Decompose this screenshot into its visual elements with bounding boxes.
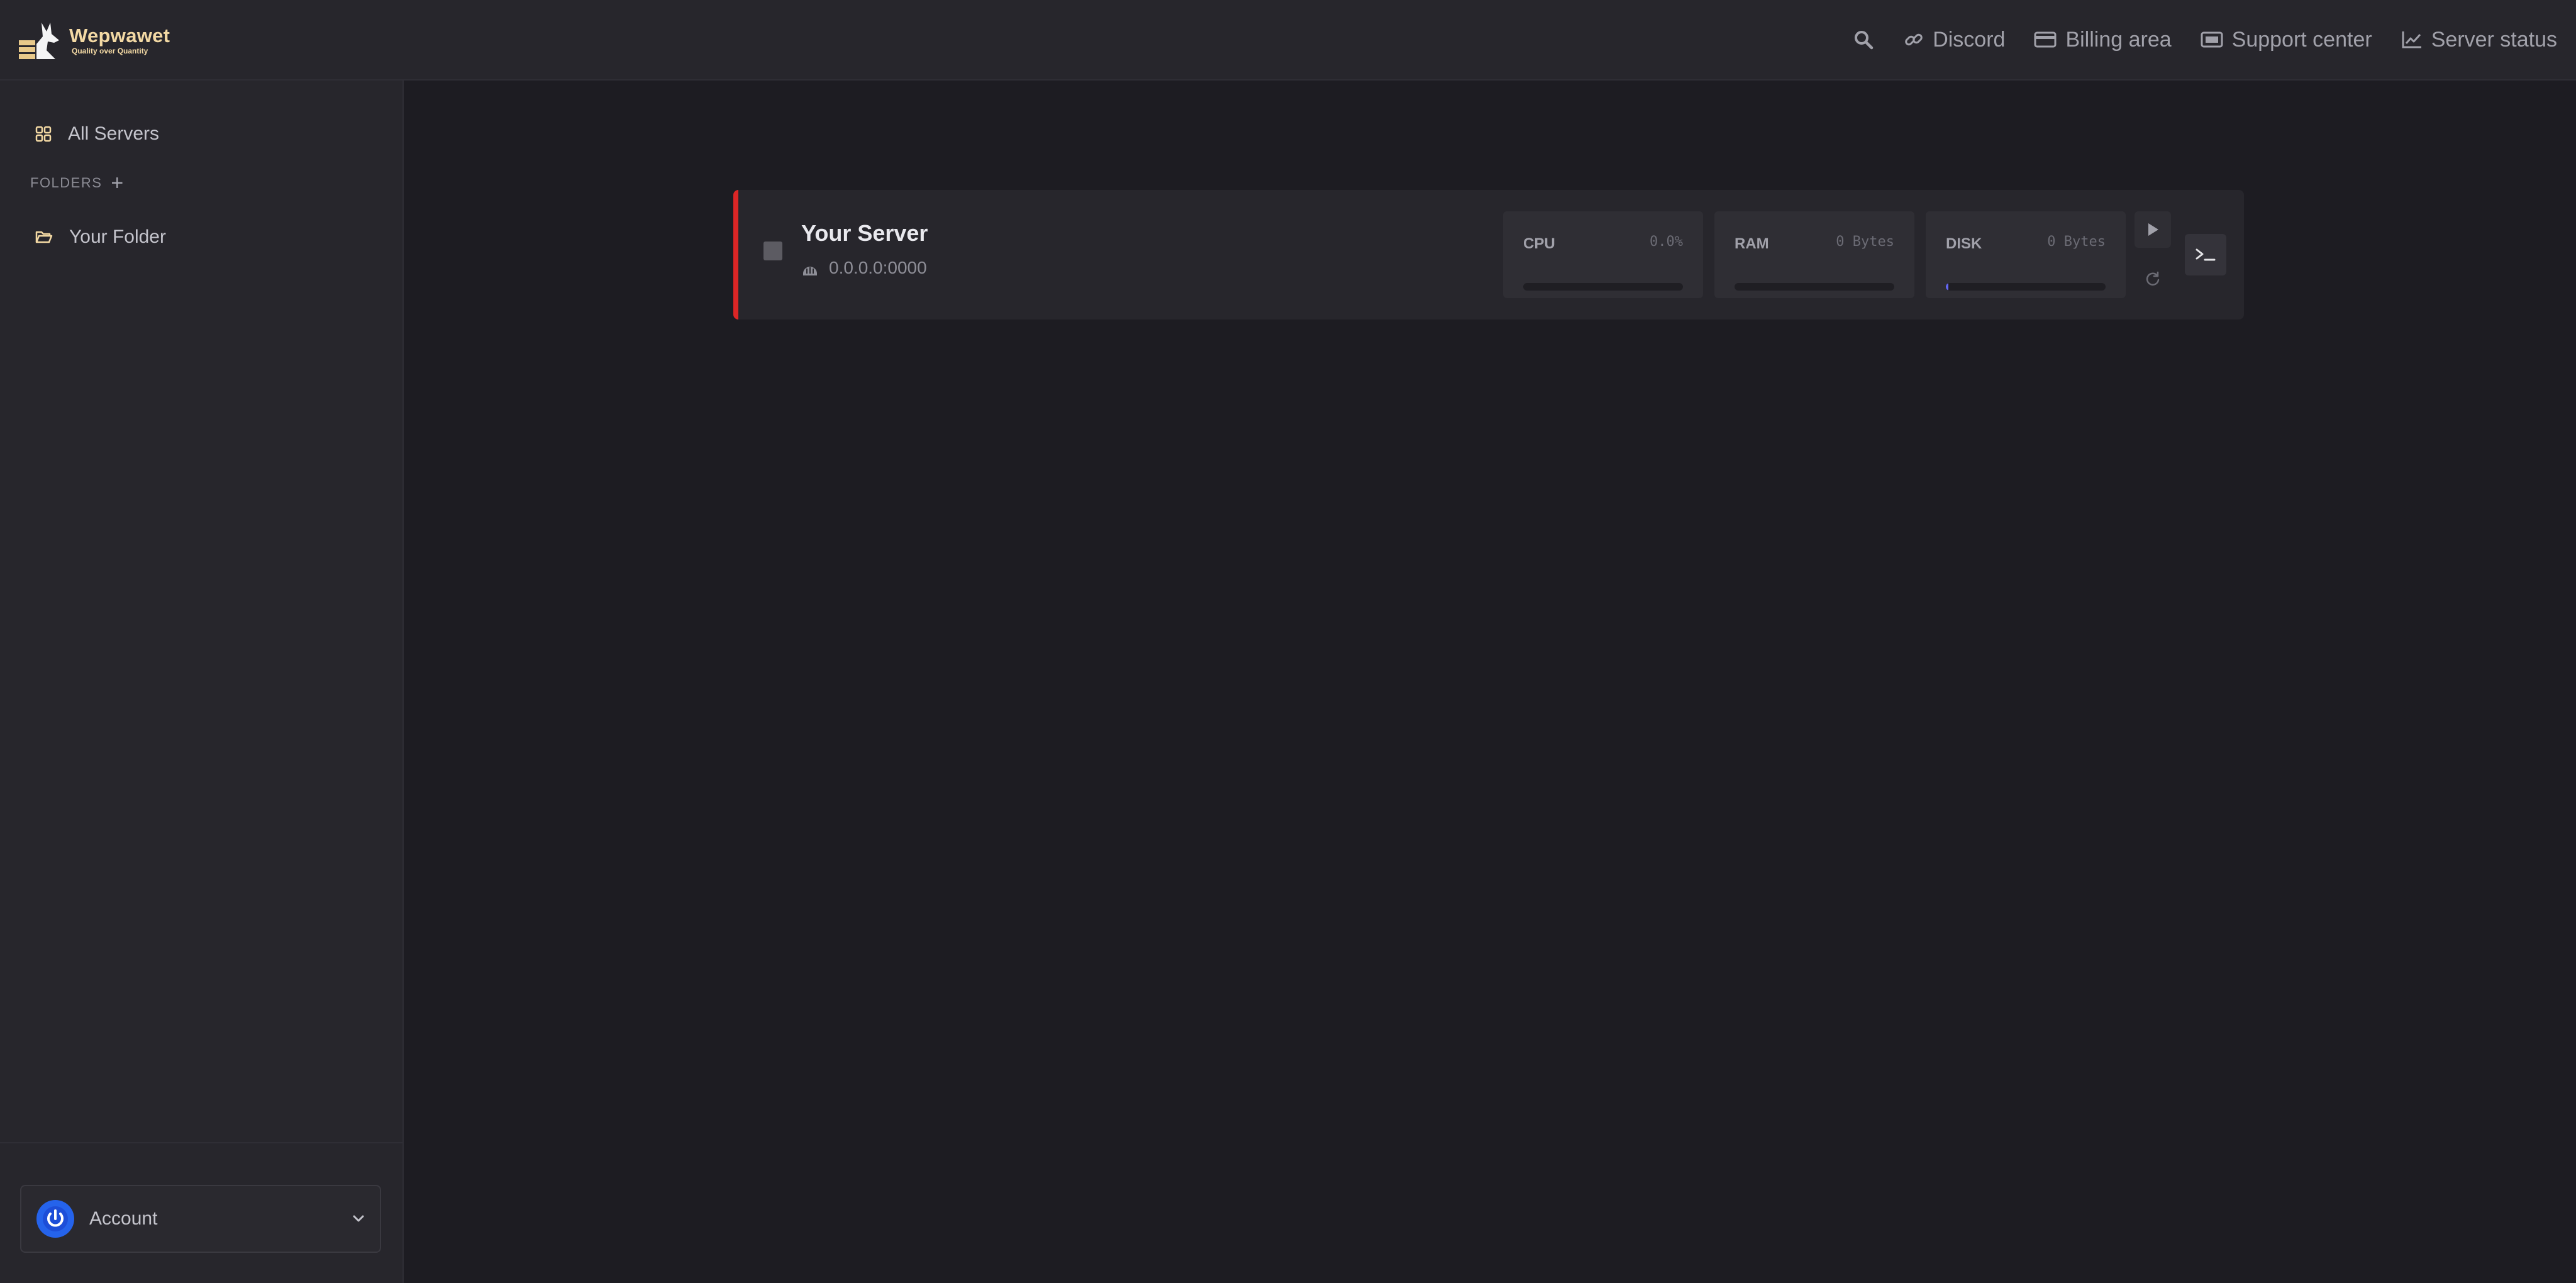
disk-value: 0 Bytes (2047, 234, 2106, 250)
cpu-stat: CPU 0.0% (1503, 211, 1703, 298)
ram-value: 0 Bytes (1836, 234, 1894, 250)
nav-status-link[interactable]: Server status (2401, 28, 2557, 52)
nav-billing-label: Billing area (2065, 27, 2172, 52)
sidebar-item-label: Your Folder (69, 226, 166, 247)
brand-logo[interactable]: Wepwawet Quality over Quantity (18, 19, 170, 62)
server-address-text: 0.0.0.0:0000 (829, 258, 927, 277)
sidebar-divider (0, 1142, 402, 1143)
ram-stat: RAM 0 Bytes (1714, 211, 1914, 298)
jackal-logo-icon (19, 23, 59, 59)
nav-status-label: Server status (2431, 27, 2557, 52)
chevron-down-icon (353, 1215, 364, 1222)
grid-icon (35, 126, 52, 142)
server-status-indicator (763, 242, 782, 260)
disk-label: DISK (1946, 235, 1982, 252)
ticket-icon (2201, 31, 2223, 48)
sidebar: All Servers FOLDERS + Your Folder Accoun… (0, 81, 404, 1283)
play-icon (2148, 223, 2158, 236)
disk-usage-fill (1946, 283, 1948, 291)
terminal-icon (2196, 248, 2216, 261)
search-icon (1855, 31, 1874, 50)
network-wired-icon (803, 267, 817, 275)
sidebar-item-your-folder[interactable]: Your Folder (35, 226, 166, 248)
start-server-button[interactable] (2135, 211, 2171, 248)
restart-server-button[interactable] (2135, 260, 2171, 297)
restart-icon (2146, 271, 2160, 286)
account-menu-button[interactable]: Account (20, 1185, 381, 1253)
credit-card-icon (2034, 31, 2057, 48)
cpu-label: CPU (1523, 235, 1555, 252)
avatar (36, 1200, 74, 1238)
disk-stat: DISK 0 Bytes (1926, 211, 2126, 298)
server-card[interactable]: Your Server 0.0.0.0:0000 CPU 0.0% RAM 0 … (733, 190, 2244, 319)
folders-label: FOLDERS (30, 175, 103, 191)
cpu-value: 0.0% (1650, 234, 1683, 250)
ram-usage-bar (1735, 283, 1894, 291)
power-icon (43, 1206, 68, 1231)
chart-line-icon (2402, 31, 2421, 48)
ram-label: RAM (1735, 235, 1769, 252)
nav-billing-link[interactable]: Billing area (2034, 27, 2172, 52)
add-folder-button[interactable]: + (111, 172, 124, 194)
nav-discord-link[interactable]: Discord (1904, 28, 2005, 52)
brand-tagline: Quality over Quantity (72, 47, 148, 55)
server-name: Your Server (801, 220, 928, 246)
link-icon (1905, 33, 1923, 46)
disk-usage-bar (1946, 283, 2106, 291)
brand-name: Wepwawet (69, 25, 170, 47)
cpu-usage-bar (1523, 283, 1683, 291)
sidebar-item-all-servers[interactable]: All Servers (35, 123, 159, 145)
folder-open-icon (35, 231, 53, 243)
top-navigation: Discord Billing area Support center Serv… (1853, 0, 2576, 79)
nav-support-link[interactable]: Support center (2201, 28, 2372, 52)
top-bar: Wepwawet Quality over Quantity Discord B… (0, 0, 2576, 81)
server-address: 0.0.0.0:0000 (801, 258, 927, 278)
nav-discord-label: Discord (1933, 27, 2006, 52)
search-button[interactable] (1853, 30, 1874, 50)
sidebar-item-label: All Servers (68, 123, 160, 144)
open-console-button[interactable] (2185, 234, 2226, 275)
nav-support-label: Support center (2231, 27, 2372, 52)
folders-header: FOLDERS + (30, 172, 125, 194)
account-label: Account (89, 1208, 158, 1229)
